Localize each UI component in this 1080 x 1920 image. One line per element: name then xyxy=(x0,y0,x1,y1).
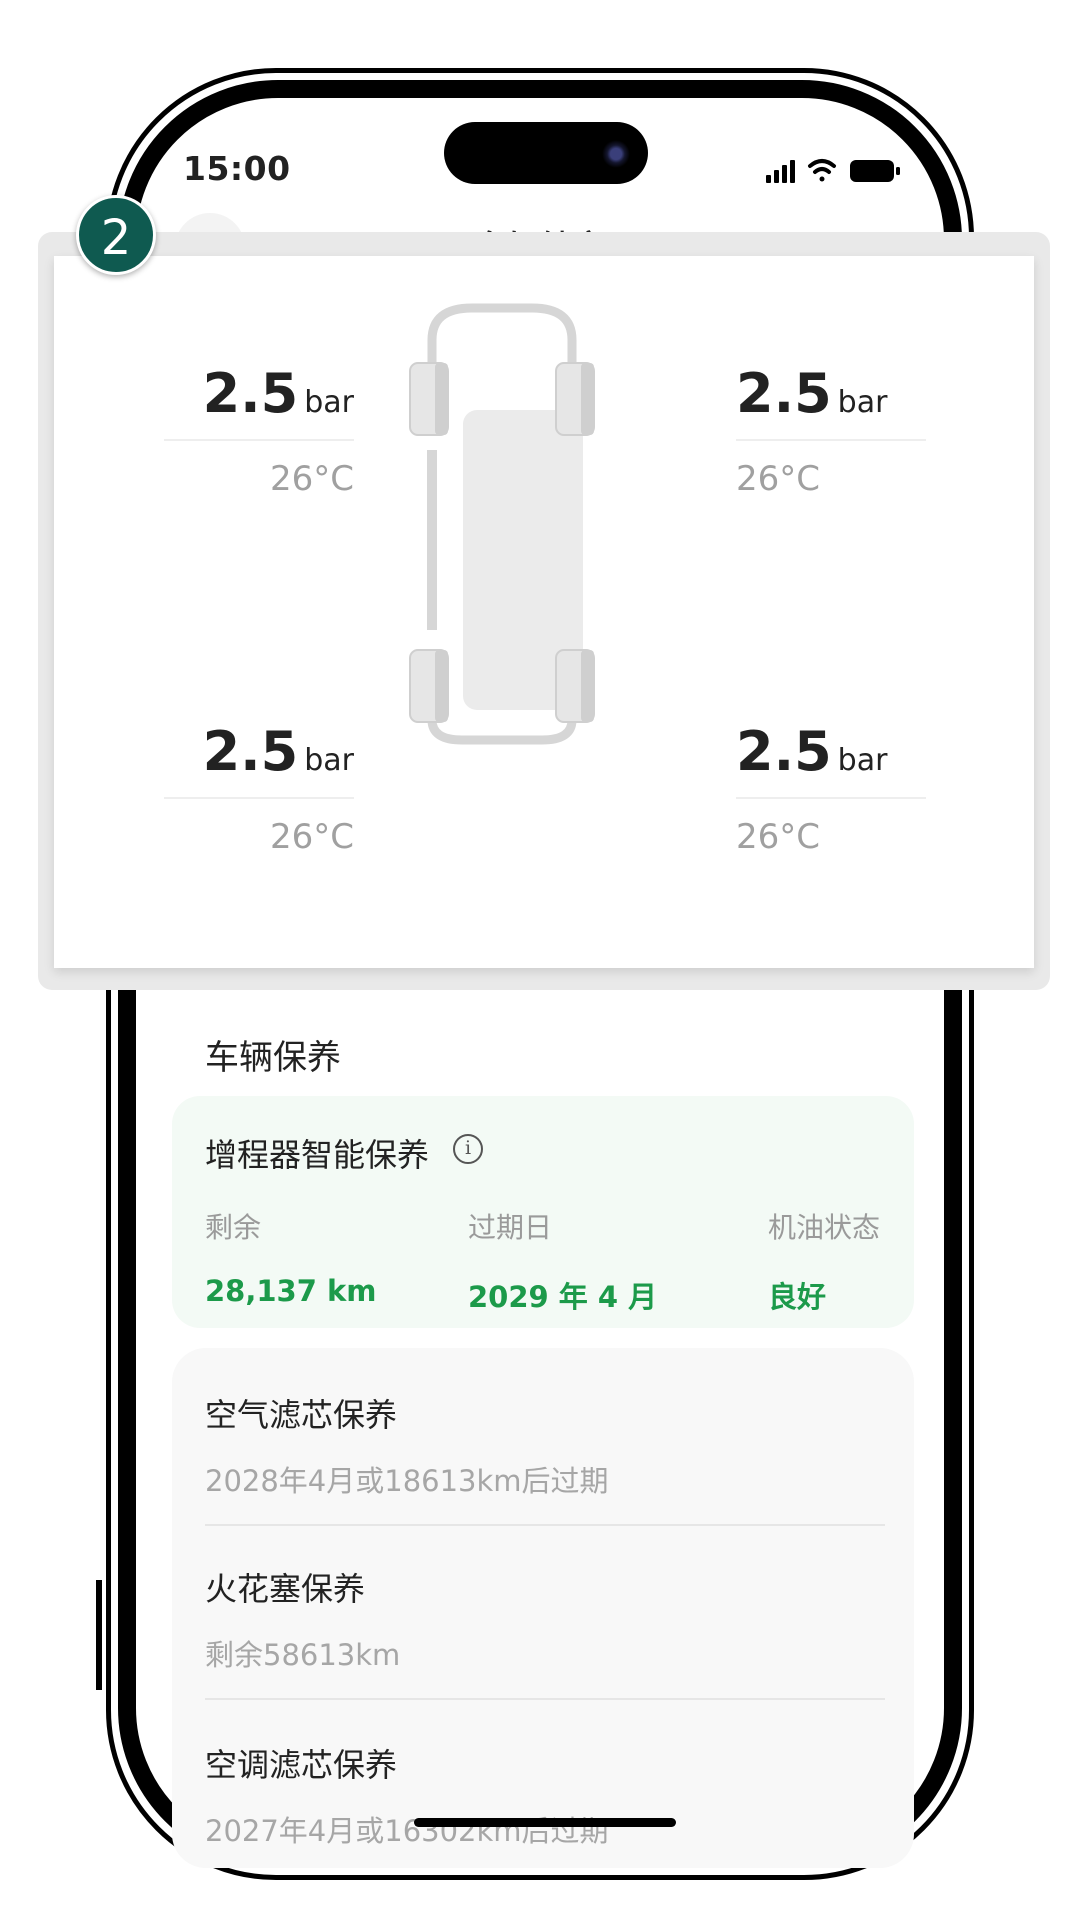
oil-status: 机油状态 良好 xyxy=(768,1211,881,1314)
tire-front-right: 2.5 bar 26°C xyxy=(736,362,926,499)
tire-temperature: 26°C xyxy=(269,459,354,499)
tire-front-left: 2.5 bar 26°C xyxy=(164,362,354,499)
tire-pressure-panel: 2.5 bar 26°C 2.5 bar 26°C 2.5 bar 26°C 2.5 b… xyxy=(54,256,1034,968)
home-indicator[interactable] xyxy=(414,1818,676,1827)
range-extender-maintenance-card[interactable]: 增程器智能保养 剩余 28,137 km 过期日 2029 年 4 月 机油状态… xyxy=(172,1096,914,1328)
tire-icon-front-right xyxy=(555,362,595,436)
tire-temperature: 26°C xyxy=(736,817,821,857)
tire-icon-front-left xyxy=(409,362,449,436)
wifi-icon xyxy=(808,159,836,182)
info-icon[interactable] xyxy=(453,1134,483,1164)
list-item-spark-plug[interactable]: 火花塞保养 剩余58613km xyxy=(205,1564,885,1674)
remaining-mileage: 剩余 28,137 km xyxy=(205,1211,377,1308)
step-badge: 2 xyxy=(76,195,156,275)
status-time: 15:00 xyxy=(183,149,291,188)
camera-icon xyxy=(602,140,630,168)
section-title-maintenance: 车辆保养 xyxy=(205,1038,341,1078)
tire-pressure-value: 2.5 bar xyxy=(202,720,354,783)
tire-rear-right: 2.5 bar 26°C xyxy=(736,720,926,857)
list-item-air-filter[interactable]: 空气滤芯保养 2028年4月或18613km后过期 xyxy=(205,1390,885,1500)
tire-icon-rear-left xyxy=(409,649,449,723)
expiry-date: 过期日 2029 年 4 月 xyxy=(468,1211,658,1314)
tire-pressure-value: 2.5 bar xyxy=(736,720,888,783)
battery-icon xyxy=(850,160,900,182)
list-item-ac-filter[interactable]: 空调滤芯保养 2027年4月或16302km后过期 xyxy=(205,1740,885,1850)
tire-pressure-value: 2.5 bar xyxy=(736,362,888,425)
maintenance-list: 空气滤芯保养 2028年4月或18613km后过期 火花塞保养 剩余58613k… xyxy=(172,1348,914,1868)
signal-icon xyxy=(766,160,795,183)
tire-rear-left: 2.5 bar 26°C xyxy=(164,720,354,857)
tire-temperature: 26°C xyxy=(269,817,354,857)
status-icons xyxy=(766,159,900,183)
car-top-view-icon xyxy=(409,303,595,745)
card-title: 增程器智能保养 xyxy=(205,1136,430,1174)
tire-temperature: 26°C xyxy=(736,459,821,499)
phone-side-button xyxy=(96,1580,102,1690)
tire-icon-rear-right xyxy=(555,649,595,723)
tire-pressure-value: 2.5 bar xyxy=(202,362,354,425)
divider xyxy=(205,1524,885,1526)
divider xyxy=(205,1698,885,1700)
